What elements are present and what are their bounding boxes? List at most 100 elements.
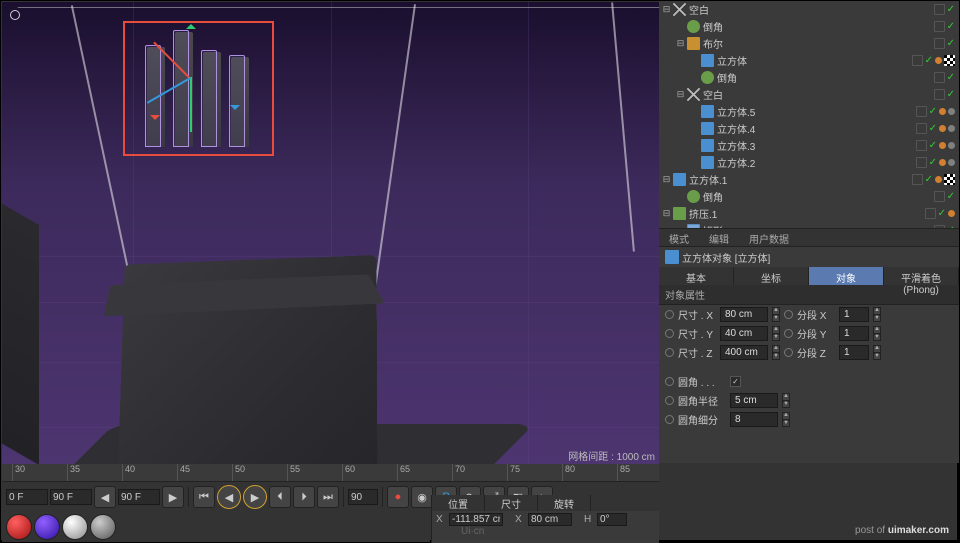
enable-check-icon[interactable]: ✓ bbox=[947, 89, 955, 100]
texture-tag-icon[interactable] bbox=[944, 174, 955, 185]
enable-check-icon[interactable]: ✓ bbox=[925, 174, 933, 185]
step-back-button[interactable]: ⏴ bbox=[269, 486, 291, 508]
input-fillet-radius[interactable] bbox=[730, 393, 778, 408]
visibility-toggle[interactable] bbox=[934, 4, 945, 15]
spinner[interactable]: ▲▼ bbox=[782, 393, 790, 408]
visibility-toggle[interactable] bbox=[925, 208, 936, 219]
enable-check-icon[interactable]: ✓ bbox=[929, 157, 937, 168]
expander-icon[interactable]: ⊟ bbox=[675, 38, 686, 49]
visibility-toggle[interactable] bbox=[916, 123, 927, 134]
spinner[interactable]: ▲▼ bbox=[873, 345, 881, 360]
material-swatch[interactable] bbox=[6, 514, 32, 540]
enable-check-icon[interactable]: ✓ bbox=[929, 140, 937, 151]
visibility-toggle[interactable] bbox=[912, 55, 923, 66]
input-size[interactable] bbox=[720, 326, 768, 341]
expander-icon[interactable] bbox=[689, 55, 700, 66]
hierarchy-item[interactable]: 立方体✓ bbox=[659, 52, 959, 69]
play-back-button[interactable]: ◀ bbox=[217, 485, 241, 509]
enable-check-icon[interactable]: ✓ bbox=[947, 191, 955, 202]
hierarchy-item[interactable]: 倒角✓ bbox=[659, 188, 959, 205]
goto-end-button[interactable]: ⏭ bbox=[317, 486, 339, 508]
spinner[interactable]: ▲▼ bbox=[782, 412, 790, 427]
input-seg[interactable] bbox=[839, 326, 869, 341]
tag-dot-icon[interactable] bbox=[935, 57, 942, 64]
expander-icon[interactable]: ⊟ bbox=[661, 4, 672, 15]
visibility-toggle[interactable] bbox=[916, 140, 927, 151]
hierarchy-item[interactable]: 立方体.5✓ bbox=[659, 103, 959, 120]
next-key-button[interactable]: ▶ bbox=[162, 486, 184, 508]
expander-icon[interactable] bbox=[689, 106, 700, 117]
visibility-toggle[interactable] bbox=[912, 174, 923, 185]
y-axis[interactable] bbox=[190, 77, 192, 132]
enable-check-icon[interactable]: ✓ bbox=[947, 72, 955, 83]
input-seg[interactable] bbox=[839, 307, 869, 322]
hierarchy-item[interactable]: ⊟空白✓ bbox=[659, 86, 959, 103]
input-frame-end[interactable] bbox=[348, 489, 378, 505]
expander-icon[interactable] bbox=[675, 21, 686, 32]
tag-dot-icon[interactable] bbox=[939, 142, 946, 149]
visibility-toggle[interactable] bbox=[916, 157, 927, 168]
object-hierarchy[interactable]: ⊟空白✓倒角✓⊟布尔✓立方体✓倒角✓⊟空白✓立方体.5✓立方体.4✓立方体.3✓… bbox=[659, 1, 959, 229]
size-x-input[interactable] bbox=[528, 513, 572, 526]
spinner[interactable]: ▲▼ bbox=[772, 326, 780, 341]
visibility-toggle[interactable] bbox=[916, 106, 927, 117]
spinner[interactable]: ▲▼ bbox=[873, 326, 881, 341]
tab-edit[interactable]: 编辑 bbox=[699, 229, 739, 246]
input-fillet-sub[interactable] bbox=[730, 412, 778, 427]
hierarchy-item[interactable]: 立方体.3✓ bbox=[659, 137, 959, 154]
texture-tag-icon[interactable] bbox=[944, 55, 955, 66]
coord-tab-rot[interactable]: 旋转 bbox=[538, 495, 591, 511]
expander-icon[interactable]: ⊟ bbox=[661, 174, 672, 185]
enable-check-icon[interactable]: ✓ bbox=[947, 4, 955, 15]
tag-dot-icon[interactable] bbox=[948, 210, 955, 217]
step-fwd-button[interactable]: ⏵ bbox=[293, 486, 315, 508]
visibility-toggle[interactable] bbox=[934, 72, 945, 83]
enable-check-icon[interactable]: ✓ bbox=[938, 208, 946, 219]
spinner[interactable]: ▲▼ bbox=[873, 307, 881, 322]
hierarchy-item[interactable]: ⊟布尔✓ bbox=[659, 35, 959, 52]
coord-tab-size[interactable]: 尺寸 bbox=[485, 495, 538, 511]
timeline-ruler[interactable]: 303540455055606570758085 bbox=[2, 464, 659, 482]
enable-check-icon[interactable]: ✓ bbox=[947, 38, 955, 49]
autokey-button[interactable]: ◉ bbox=[411, 486, 433, 508]
goto-start-button[interactable]: ⏮ bbox=[193, 486, 215, 508]
spinner[interactable]: ▲▼ bbox=[772, 345, 780, 360]
fillet-checkbox[interactable]: ✓ bbox=[730, 376, 741, 387]
expander-icon[interactable]: ⊟ bbox=[661, 208, 672, 219]
hierarchy-item[interactable]: 矩形✓ bbox=[659, 222, 959, 229]
coord-x-input[interactable] bbox=[449, 513, 503, 526]
enable-check-icon[interactable]: ✓ bbox=[947, 21, 955, 32]
material-swatch[interactable] bbox=[62, 514, 88, 540]
tab-userdata[interactable]: 用户数据 bbox=[739, 229, 799, 246]
3d-viewport[interactable]: 网格间距 : 1000 cm bbox=[2, 2, 659, 464]
record-button[interactable]: ● bbox=[387, 486, 409, 508]
hierarchy-item[interactable]: ⊟立方体.1✓ bbox=[659, 171, 959, 188]
input-frame-start[interactable] bbox=[6, 489, 48, 505]
play-fwd-button[interactable]: ▶ bbox=[243, 485, 267, 509]
hierarchy-item[interactable]: 立方体.4✓ bbox=[659, 120, 959, 137]
material-swatch[interactable] bbox=[34, 514, 60, 540]
tag-dot-icon[interactable] bbox=[948, 108, 955, 115]
hierarchy-item[interactable]: 倒角✓ bbox=[659, 18, 959, 35]
axis-gizmo[interactable] bbox=[190, 77, 270, 157]
input-frame-cur2[interactable] bbox=[118, 489, 160, 505]
input-frame-cur[interactable] bbox=[50, 489, 92, 505]
visibility-toggle[interactable] bbox=[934, 191, 945, 202]
tab-object[interactable]: 对象 bbox=[809, 267, 884, 285]
expander-icon[interactable]: ⊟ bbox=[675, 89, 686, 100]
input-size[interactable] bbox=[720, 345, 768, 360]
input-size[interactable] bbox=[720, 307, 768, 322]
tag-dot-icon[interactable] bbox=[948, 125, 955, 132]
tag-dot-icon[interactable] bbox=[939, 108, 946, 115]
tag-dot-icon[interactable] bbox=[948, 142, 955, 149]
enable-check-icon[interactable]: ✓ bbox=[929, 106, 937, 117]
expander-icon[interactable] bbox=[689, 140, 700, 151]
tag-dot-icon[interactable] bbox=[939, 125, 946, 132]
tab-phong[interactable]: 平滑着色(Phong) bbox=[884, 267, 959, 285]
hierarchy-item[interactable]: ⊟挤压.1✓ bbox=[659, 205, 959, 222]
expander-icon[interactable] bbox=[689, 157, 700, 168]
tab-mode[interactable]: 模式 bbox=[659, 229, 699, 246]
tag-dot-icon[interactable] bbox=[939, 159, 946, 166]
expander-icon[interactable] bbox=[689, 72, 700, 83]
material-swatch[interactable] bbox=[90, 514, 116, 540]
